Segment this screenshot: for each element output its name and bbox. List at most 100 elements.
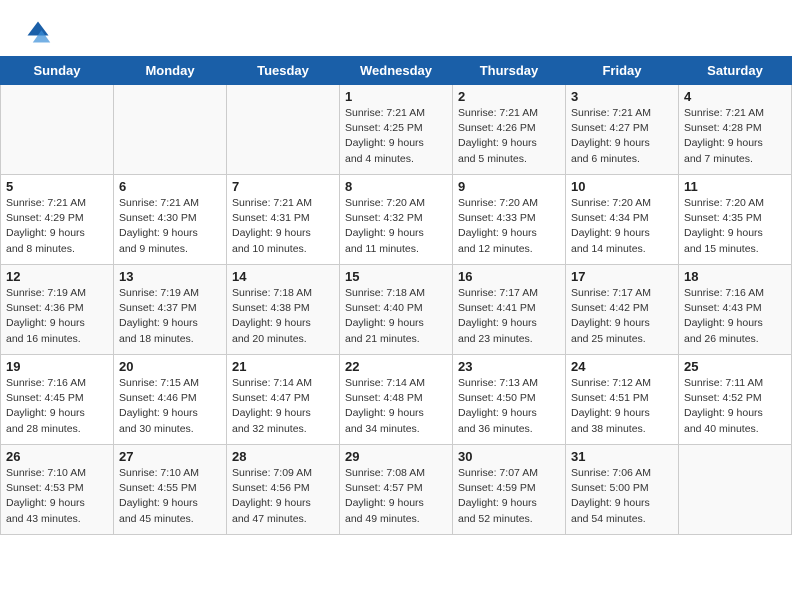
day-info: Sunrise: 7:19 AM Sunset: 4:36 PM Dayligh… xyxy=(6,286,108,347)
calendar-cell: 5 Sunrise: 7:21 AM Sunset: 4:29 PM Daylig… xyxy=(1,175,114,265)
weekday-header-row: SundayMondayTuesdayWednesdayThursdayFrid… xyxy=(1,57,792,85)
calendar-cell: 17 Sunrise: 7:17 AM Sunset: 4:42 PM Dayli… xyxy=(566,265,679,355)
day-number: 4 xyxy=(684,89,786,104)
day-number: 24 xyxy=(571,359,673,374)
calendar-cell: 15 Sunrise: 7:18 AM Sunset: 4:40 PM Dayli… xyxy=(340,265,453,355)
calendar-cell xyxy=(227,85,340,175)
day-number: 2 xyxy=(458,89,560,104)
calendar-cell: 30 Sunrise: 7:07 AM Sunset: 4:59 PM Dayli… xyxy=(453,445,566,535)
day-info: Sunrise: 7:20 AM Sunset: 4:33 PM Dayligh… xyxy=(458,196,560,257)
weekday-header: Tuesday xyxy=(227,57,340,85)
day-info: Sunrise: 7:20 AM Sunset: 4:34 PM Dayligh… xyxy=(571,196,673,257)
day-number: 27 xyxy=(119,449,221,464)
calendar-week-row: 19 Sunrise: 7:16 AM Sunset: 4:45 PM Dayli… xyxy=(1,355,792,445)
page-header xyxy=(0,0,792,56)
day-info: Sunrise: 7:13 AM Sunset: 4:50 PM Dayligh… xyxy=(458,376,560,437)
calendar-cell: 28 Sunrise: 7:09 AM Sunset: 4:56 PM Dayli… xyxy=(227,445,340,535)
calendar-cell xyxy=(679,445,792,535)
day-info: Sunrise: 7:21 AM Sunset: 4:30 PM Dayligh… xyxy=(119,196,221,257)
day-info: Sunrise: 7:14 AM Sunset: 4:48 PM Dayligh… xyxy=(345,376,447,437)
day-info: Sunrise: 7:20 AM Sunset: 4:32 PM Dayligh… xyxy=(345,196,447,257)
day-number: 28 xyxy=(232,449,334,464)
calendar-week-row: 26 Sunrise: 7:10 AM Sunset: 4:53 PM Dayli… xyxy=(1,445,792,535)
weekday-header: Sunday xyxy=(1,57,114,85)
calendar-cell xyxy=(1,85,114,175)
calendar-cell: 29Sunrise: 7:08 AM Sunset: 4:57 PM Dayli… xyxy=(340,445,453,535)
calendar-cell: 18Sunrise: 7:16 AM Sunset: 4:43 PM Dayli… xyxy=(679,265,792,355)
calendar-cell: 26 Sunrise: 7:10 AM Sunset: 4:53 PM Dayli… xyxy=(1,445,114,535)
day-number: 21 xyxy=(232,359,334,374)
day-number: 20 xyxy=(119,359,221,374)
calendar-cell: 20Sunrise: 7:15 AM Sunset: 4:46 PM Dayli… xyxy=(114,355,227,445)
day-info: Sunrise: 7:19 AM Sunset: 4:37 PM Dayligh… xyxy=(119,286,221,347)
calendar-table: SundayMondayTuesdayWednesdayThursdayFrid… xyxy=(0,56,792,535)
logo-icon xyxy=(24,18,52,46)
day-info: Sunrise: 7:18 AM Sunset: 4:38 PM Dayligh… xyxy=(232,286,334,347)
day-number: 15 xyxy=(345,269,447,284)
day-number: 30 xyxy=(458,449,560,464)
day-number: 5 xyxy=(6,179,108,194)
day-info: Sunrise: 7:06 AM Sunset: 5:00 PM Dayligh… xyxy=(571,466,673,527)
day-number: 13 xyxy=(119,269,221,284)
day-number: 25 xyxy=(684,359,786,374)
day-info: Sunrise: 7:17 AM Sunset: 4:41 PM Dayligh… xyxy=(458,286,560,347)
day-info: Sunrise: 7:07 AM Sunset: 4:59 PM Dayligh… xyxy=(458,466,560,527)
day-info: Sunrise: 7:08 AM Sunset: 4:57 PM Dayligh… xyxy=(345,466,447,527)
day-number: 12 xyxy=(6,269,108,284)
calendar-cell: 19 Sunrise: 7:16 AM Sunset: 4:45 PM Dayli… xyxy=(1,355,114,445)
day-number: 1 xyxy=(345,89,447,104)
calendar-cell: 12 Sunrise: 7:19 AM Sunset: 4:36 PM Dayli… xyxy=(1,265,114,355)
day-info: Sunrise: 7:20 AM Sunset: 4:35 PM Dayligh… xyxy=(684,196,786,257)
day-number: 11 xyxy=(684,179,786,194)
calendar-cell: 4 Sunrise: 7:21 AM Sunset: 4:28 PM Daylig… xyxy=(679,85,792,175)
logo xyxy=(24,18,56,46)
calendar-cell: 8 Sunrise: 7:20 AM Sunset: 4:32 PM Daylig… xyxy=(340,175,453,265)
day-number: 31 xyxy=(571,449,673,464)
day-info: Sunrise: 7:21 AM Sunset: 4:25 PM Dayligh… xyxy=(345,106,447,167)
day-number: 14 xyxy=(232,269,334,284)
day-info: Sunrise: 7:16 AM Sunset: 4:45 PM Dayligh… xyxy=(6,376,108,437)
calendar-cell: 7Sunrise: 7:21 AM Sunset: 4:31 PM Daylig… xyxy=(227,175,340,265)
calendar-cell: 16Sunrise: 7:17 AM Sunset: 4:41 PM Dayli… xyxy=(453,265,566,355)
weekday-header: Wednesday xyxy=(340,57,453,85)
calendar-cell: 23Sunrise: 7:13 AM Sunset: 4:50 PM Dayli… xyxy=(453,355,566,445)
calendar-cell: 25 Sunrise: 7:11 AM Sunset: 4:52 PM Dayli… xyxy=(679,355,792,445)
day-number: 8 xyxy=(345,179,447,194)
day-info: Sunrise: 7:21 AM Sunset: 4:28 PM Dayligh… xyxy=(684,106,786,167)
weekday-header: Saturday xyxy=(679,57,792,85)
day-info: Sunrise: 7:14 AM Sunset: 4:47 PM Dayligh… xyxy=(232,376,334,437)
calendar-cell: 13 Sunrise: 7:19 AM Sunset: 4:37 PM Dayli… xyxy=(114,265,227,355)
calendar-cell: 31 Sunrise: 7:06 AM Sunset: 5:00 PM Dayli… xyxy=(566,445,679,535)
day-number: 22 xyxy=(345,359,447,374)
weekday-header: Thursday xyxy=(453,57,566,85)
calendar-cell: 2 Sunrise: 7:21 AM Sunset: 4:26 PM Daylig… xyxy=(453,85,566,175)
calendar-week-row: 5 Sunrise: 7:21 AM Sunset: 4:29 PM Daylig… xyxy=(1,175,792,265)
calendar-cell: 14 Sunrise: 7:18 AM Sunset: 4:38 PM Dayli… xyxy=(227,265,340,355)
calendar-cell: 11 Sunrise: 7:20 AM Sunset: 4:35 PM Dayli… xyxy=(679,175,792,265)
day-info: Sunrise: 7:11 AM Sunset: 4:52 PM Dayligh… xyxy=(684,376,786,437)
day-info: Sunrise: 7:21 AM Sunset: 4:26 PM Dayligh… xyxy=(458,106,560,167)
day-number: 9 xyxy=(458,179,560,194)
day-number: 26 xyxy=(6,449,108,464)
day-info: Sunrise: 7:12 AM Sunset: 4:51 PM Dayligh… xyxy=(571,376,673,437)
day-info: Sunrise: 7:10 AM Sunset: 4:55 PM Dayligh… xyxy=(119,466,221,527)
calendar-cell xyxy=(114,85,227,175)
day-info: Sunrise: 7:21 AM Sunset: 4:27 PM Dayligh… xyxy=(571,106,673,167)
day-info: Sunrise: 7:09 AM Sunset: 4:56 PM Dayligh… xyxy=(232,466,334,527)
calendar-cell: 21 Sunrise: 7:14 AM Sunset: 4:47 PM Dayli… xyxy=(227,355,340,445)
day-info: Sunrise: 7:18 AM Sunset: 4:40 PM Dayligh… xyxy=(345,286,447,347)
day-number: 7 xyxy=(232,179,334,194)
weekday-header: Friday xyxy=(566,57,679,85)
day-number: 17 xyxy=(571,269,673,284)
calendar-week-row: 1 Sunrise: 7:21 AM Sunset: 4:25 PM Daylig… xyxy=(1,85,792,175)
calendar-cell: 10Sunrise: 7:20 AM Sunset: 4:34 PM Dayli… xyxy=(566,175,679,265)
calendar-cell: 3 Sunrise: 7:21 AM Sunset: 4:27 PM Daylig… xyxy=(566,85,679,175)
calendar-cell: 27 Sunrise: 7:10 AM Sunset: 4:55 PM Dayli… xyxy=(114,445,227,535)
day-number: 19 xyxy=(6,359,108,374)
calendar-cell: 1 Sunrise: 7:21 AM Sunset: 4:25 PM Daylig… xyxy=(340,85,453,175)
day-info: Sunrise: 7:10 AM Sunset: 4:53 PM Dayligh… xyxy=(6,466,108,527)
day-number: 3 xyxy=(571,89,673,104)
day-info: Sunrise: 7:21 AM Sunset: 4:29 PM Dayligh… xyxy=(6,196,108,257)
day-info: Sunrise: 7:17 AM Sunset: 4:42 PM Dayligh… xyxy=(571,286,673,347)
calendar-cell: 24 Sunrise: 7:12 AM Sunset: 4:51 PM Dayli… xyxy=(566,355,679,445)
